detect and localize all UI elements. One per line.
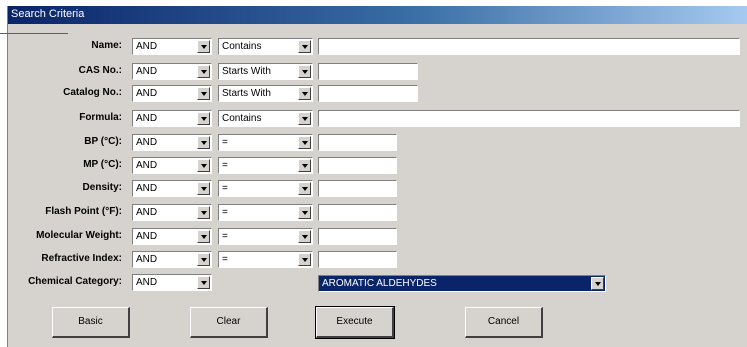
formula-label: Formula:	[79, 112, 122, 123]
formula-operator-select[interactable]: Contains	[218, 110, 313, 127]
chevron-down-icon[interactable]	[298, 159, 311, 172]
name-operator-select[interactable]: Contains	[218, 38, 313, 55]
mp-label: MP (°C):	[83, 159, 122, 170]
chevron-down-icon[interactable]	[197, 253, 210, 266]
refractive-index-input[interactable]	[318, 251, 397, 268]
mp-logic-select[interactable]: AND	[132, 157, 212, 174]
cas-input[interactable]	[318, 63, 418, 80]
chevron-down-icon[interactable]	[298, 230, 311, 243]
chevron-down-icon[interactable]	[298, 253, 311, 266]
refractive-index-operator-select[interactable]: =	[218, 251, 313, 268]
chevron-down-icon[interactable]	[197, 87, 210, 100]
flash-point-input[interactable]	[318, 204, 397, 221]
name-logic-select[interactable]: AND	[132, 38, 212, 55]
execute-button[interactable]: Execute	[315, 306, 395, 339]
chevron-down-icon[interactable]	[591, 277, 604, 290]
chevron-down-icon[interactable]	[298, 65, 311, 78]
molecular-weight-operator-select[interactable]: =	[218, 228, 313, 245]
molecular-weight-input[interactable]	[318, 228, 397, 245]
basic-button[interactable]: Basic	[52, 307, 130, 338]
density-logic-select[interactable]: AND	[132, 180, 212, 197]
flash-point-logic-select[interactable]: AND	[132, 204, 212, 221]
chevron-down-icon[interactable]	[197, 112, 210, 125]
mp-input[interactable]	[318, 157, 397, 174]
cancel-button[interactable]: Cancel	[465, 307, 543, 338]
chevron-down-icon[interactable]	[298, 206, 311, 219]
chevron-down-icon[interactable]	[197, 230, 210, 243]
chevron-down-icon[interactable]	[197, 40, 210, 53]
title-bar: Search Criteria	[8, 6, 747, 24]
chevron-down-icon[interactable]	[197, 136, 210, 149]
catalog-logic-select[interactable]: AND	[132, 85, 212, 102]
chevron-down-icon[interactable]	[298, 182, 311, 195]
chemical-category-label: Chemical Category:	[28, 276, 122, 287]
chevron-down-icon[interactable]	[197, 182, 210, 195]
chemical-category-logic-select[interactable]: AND	[132, 274, 212, 291]
mp-operator-select[interactable]: =	[218, 157, 313, 174]
cas-label: CAS No.:	[78, 65, 122, 76]
chevron-down-icon[interactable]	[197, 159, 210, 172]
chevron-down-icon[interactable]	[298, 136, 311, 149]
search-criteria-window: Search Criteria	[7, 6, 747, 347]
catalog-operator-select[interactable]: Starts With	[218, 85, 313, 102]
name-label: Name:	[91, 40, 122, 51]
density-label: Density:	[82, 182, 122, 193]
refractive-index-logic-select[interactable]: AND	[132, 251, 212, 268]
flash-point-label: Flash Point (°F):	[45, 206, 122, 217]
molecular-weight-logic-select[interactable]: AND	[132, 228, 212, 245]
clear-button[interactable]: Clear	[190, 307, 268, 338]
chemical-category-select[interactable]: AROMATIC ALDEHYDES	[318, 275, 606, 292]
chevron-down-icon[interactable]	[298, 112, 311, 125]
divider-line	[0, 33, 68, 34]
catalog-input[interactable]	[318, 85, 418, 102]
chevron-down-icon[interactable]	[298, 87, 311, 100]
density-input[interactable]	[318, 180, 397, 197]
catalog-label: Catalog No.:	[63, 87, 122, 98]
bp-label: BP (°C):	[84, 136, 122, 147]
flash-point-operator-select[interactable]: =	[218, 204, 313, 221]
formula-input[interactable]	[318, 110, 740, 127]
window-title: Search Criteria	[11, 8, 85, 20]
bp-input[interactable]	[318, 134, 397, 151]
name-input[interactable]	[318, 38, 740, 55]
chevron-down-icon[interactable]	[197, 276, 210, 289]
bp-operator-select[interactable]: =	[218, 134, 313, 151]
chevron-down-icon[interactable]	[298, 40, 311, 53]
molecular-weight-label: Molecular Weight:	[36, 230, 122, 241]
chevron-down-icon[interactable]	[197, 65, 210, 78]
cas-logic-select[interactable]: AND	[132, 63, 212, 80]
refractive-index-label: Refractive Index:	[41, 253, 122, 264]
formula-logic-select[interactable]: AND	[132, 110, 212, 127]
cas-operator-select[interactable]: Starts With	[218, 63, 313, 80]
bp-logic-select[interactable]: AND	[132, 134, 212, 151]
density-operator-select[interactable]: =	[218, 180, 313, 197]
chevron-down-icon[interactable]	[197, 206, 210, 219]
